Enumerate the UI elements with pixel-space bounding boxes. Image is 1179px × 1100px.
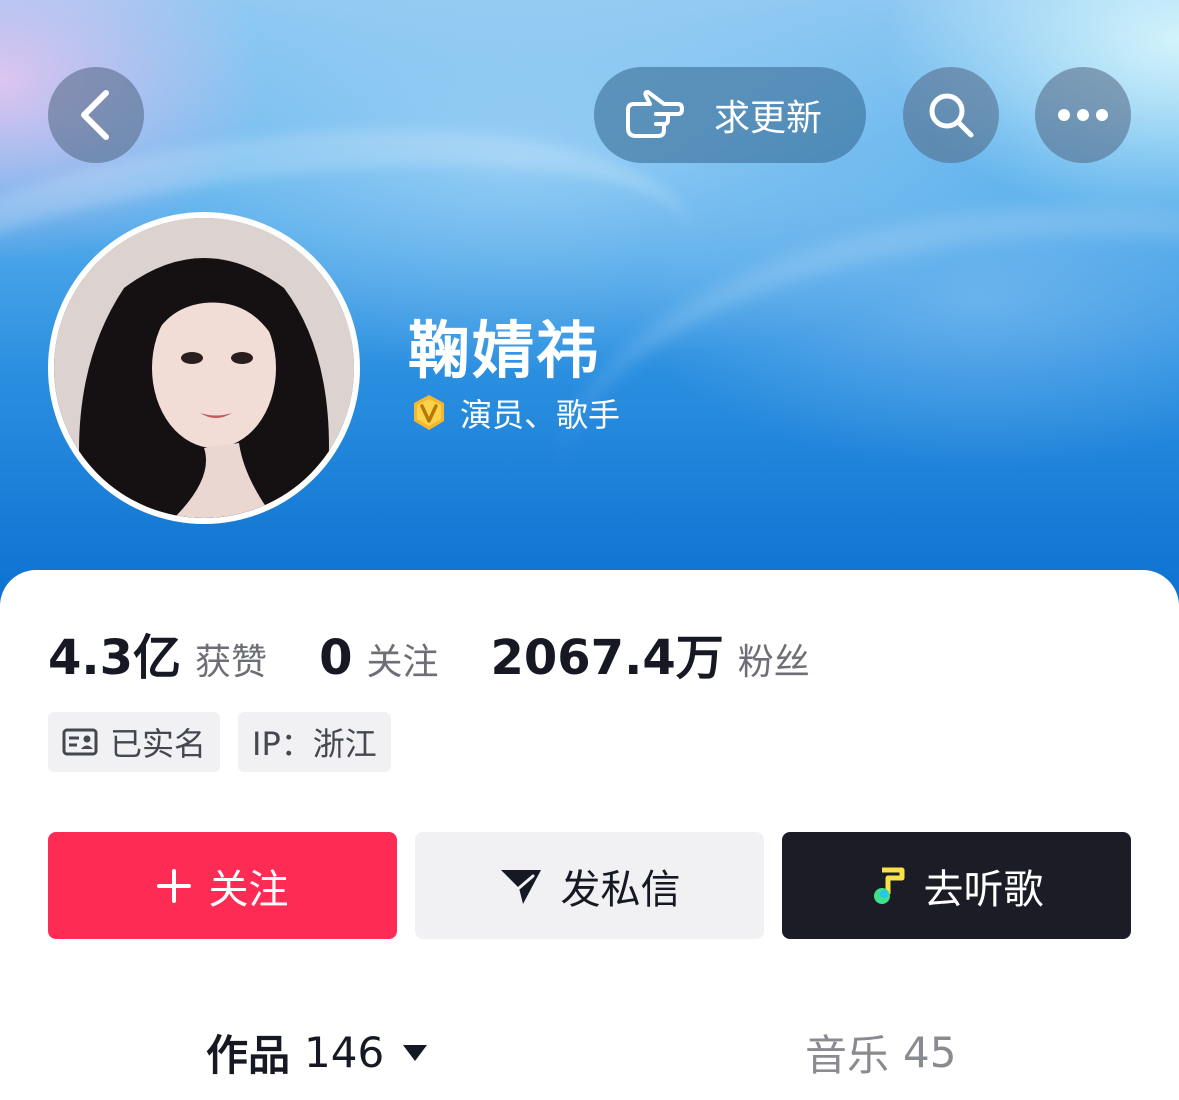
search-button[interactable] [903, 67, 999, 163]
ip-location-tag: IP：浙江 [238, 712, 391, 772]
stat-followers-value: 2067.4万 [490, 630, 724, 686]
send-icon [499, 866, 543, 906]
follow-button[interactable]: 关注 [48, 832, 397, 939]
search-icon [929, 93, 974, 138]
send-message-label: 发私信 [560, 866, 681, 913]
send-message-button[interactable]: 发私信 [415, 832, 764, 939]
caret-down-icon[interactable] [402, 1044, 428, 1062]
more-options-button[interactable] [1035, 67, 1131, 163]
plus-icon [156, 868, 191, 903]
tab-works[interactable]: 作品 146 [206, 1022, 428, 1083]
stat-following-label: 关注 [366, 642, 439, 683]
stat-followers[interactable]: 2067.4万 粉丝 [490, 618, 809, 688]
profile-tags: 已实名 IP：浙江 [48, 712, 409, 772]
more-icon [1058, 109, 1108, 121]
stat-followers-label: 粉丝 [737, 642, 810, 683]
stat-likes-value: 4.3亿 [48, 630, 182, 686]
realname-tag: 已实名 [48, 712, 221, 772]
verified-badge-icon [414, 395, 444, 430]
tab-works-count: 146 [304, 1028, 385, 1077]
stat-following-value: 0 [319, 630, 353, 686]
music-note-icon [870, 866, 906, 906]
stats-row: 4.3亿 获赞 0 关注 2067.4万 粉丝 [48, 618, 862, 688]
back-icon [81, 90, 109, 140]
verification-text: 演员、歌手 [460, 396, 621, 434]
tab-works-label: 作品 [206, 1031, 291, 1080]
tab-music[interactable]: 音乐 45 [805, 1022, 956, 1083]
tab-music-count: 45 [903, 1028, 957, 1077]
tab-music-label: 音乐 [805, 1031, 890, 1080]
avatar[interactable] [48, 212, 360, 524]
profile-name: 鞠婧祎 [408, 314, 601, 387]
listen-music-button[interactable]: 去听歌 [782, 832, 1131, 939]
follow-button-label: 关注 [208, 866, 289, 913]
listen-music-label: 去听歌 [923, 866, 1044, 913]
avatar-image [54, 218, 354, 518]
ip-location-label: IP：浙江 [252, 725, 377, 763]
back-button[interactable] [48, 67, 144, 163]
realname-tag-label: 已实名 [110, 725, 207, 763]
avatar-portrait-drawing [54, 218, 354, 518]
pointing-hand-icon [626, 90, 684, 138]
verification-row: 演员、歌手 [410, 390, 620, 436]
stat-following[interactable]: 0 关注 [319, 630, 438, 686]
request-update-button[interactable]: 求更新 [594, 67, 866, 163]
request-update-label: 求更新 [714, 98, 823, 139]
stat-likes[interactable]: 4.3亿 获赞 [48, 618, 267, 688]
stat-likes-label: 获赞 [195, 642, 268, 683]
id-card-icon [62, 728, 98, 756]
